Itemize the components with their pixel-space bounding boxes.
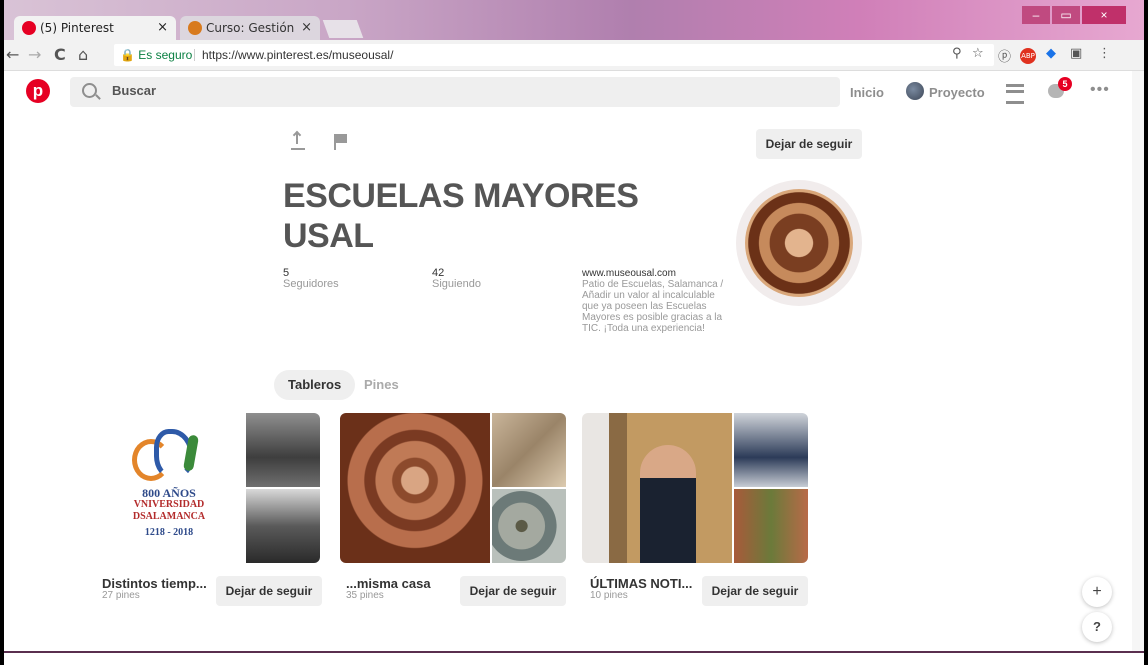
tab-label: (5) Pinterest (40, 21, 114, 35)
about-text: Patio de Escuelas, Salamanca / Añadir un… (582, 279, 724, 334)
board-thumb-image (734, 489, 808, 563)
tab-pines[interactable]: Pines (350, 370, 413, 400)
logo-years-text: 800 AÑOS (142, 486, 196, 500)
pinterest-extension-icon[interactable]: ⓟ (998, 46, 1011, 65)
bookmark-star-icon[interactable]: ☆ (972, 46, 984, 61)
board-name[interactable]: ...misma casa (346, 576, 431, 591)
browser-menu-icon[interactable]: ⋮ (1098, 46, 1111, 61)
extension-square-icon[interactable]: ▣ (1070, 46, 1082, 61)
notification-badge: 5 (1058, 77, 1072, 91)
moodle-favicon-icon (188, 21, 202, 35)
zoom-icon[interactable]: ⚲ (952, 46, 962, 61)
board-thumb-image (734, 413, 808, 487)
website-link[interactable]: www.museousal.com (582, 268, 732, 279)
back-icon[interactable]: ← (6, 45, 19, 64)
divider (4, 651, 1144, 653)
followers-stat[interactable]: 5 Seguidores (283, 268, 339, 290)
extension-icon[interactable]: ◆ (1046, 46, 1056, 61)
tab-curso[interactable]: Curso: Gestión del patrim × (180, 16, 320, 40)
scrollbar[interactable] (1132, 71, 1144, 651)
profile-avatar (736, 180, 862, 306)
flag-icon[interactable] (334, 134, 347, 150)
more-icon[interactable]: ••• (1090, 81, 1110, 99)
board-cover-image (340, 413, 490, 563)
unfollow-board-button[interactable]: Dejar de seguir (460, 576, 566, 606)
forward-icon[interactable]: → (28, 45, 41, 64)
maximize-button[interactable]: ▭ (1052, 6, 1080, 24)
board-cover-image (582, 413, 732, 563)
tab-tableros[interactable]: Tableros (274, 370, 356, 400)
search-input[interactable] (110, 82, 414, 99)
board-cover-image: 800 AÑOS VNIVERSIDAD DSALAMANCA 1218 - 2… (94, 413, 244, 563)
board-ultimas-noticias[interactable] (582, 413, 808, 563)
address-bar: ← → C ⌂ 🔒 Es seguro https://www.pinteres… (4, 40, 1144, 71)
profile-about: www.museousal.com Patio de Escuelas, Sal… (582, 268, 732, 334)
home-icon[interactable]: ⌂ (78, 45, 88, 64)
add-pin-button[interactable]: + (1082, 577, 1112, 607)
board-pin-count: 27 pines (102, 590, 140, 601)
board-name[interactable]: Distintos tiemp... (102, 576, 207, 591)
followers-label: Seguidores (283, 278, 339, 290)
board-thumb-image (492, 413, 566, 487)
board-pin-count: 10 pines (590, 590, 628, 601)
reload-icon[interactable]: C (54, 45, 66, 64)
title-line-1: ESCUELAS MAYORES (283, 177, 639, 215)
new-tab-button[interactable] (322, 20, 364, 38)
home-link[interactable]: Inicio (850, 85, 884, 100)
following-label: Siguiendo (432, 278, 481, 290)
logo-dates-text: 1218 - 2018 (144, 527, 194, 538)
pinterest-favicon-icon (22, 21, 36, 35)
board-thumb-image (246, 489, 320, 563)
board-thumb-image (246, 413, 320, 487)
search-icon (82, 83, 97, 98)
browser-window: (5) Pinterest × Curso: Gestión del patri… (4, 0, 1144, 665)
pinterest-header: p Inicio Proyecto 5 ••• (4, 71, 1144, 113)
tab-pinterest[interactable]: (5) Pinterest × (14, 16, 176, 40)
search-bar[interactable] (70, 77, 840, 107)
close-tab-icon[interactable]: × (301, 16, 312, 40)
avatar[interactable] (906, 82, 924, 100)
unfollow-board-button[interactable]: Dejar de seguir (702, 576, 808, 606)
divider (194, 49, 195, 61)
pinterest-logo-icon[interactable]: p (26, 79, 50, 103)
minimize-button[interactable]: – (1022, 6, 1050, 24)
board-distintos-tiempos[interactable]: 800 AÑOS VNIVERSIDAD DSALAMANCA 1218 - 2… (94, 413, 320, 563)
url-field[interactable]: 🔒 Es seguro https://www.pinterest.es/mus… (114, 44, 994, 66)
tab-label: Curso: Gestión del patrim (206, 21, 296, 35)
board-misma-casa[interactable] (340, 413, 566, 563)
unfollow-profile-button[interactable]: Dejar de seguir (756, 129, 862, 159)
logo-university-text: VNIVERSIDAD (133, 499, 205, 510)
help-button[interactable]: ? (1082, 612, 1112, 642)
url-text: https://www.pinterest.es/museousal/ (202, 48, 394, 62)
adblock-icon[interactable]: ABP (1020, 48, 1036, 64)
board-pin-count: 35 pines (346, 590, 384, 601)
profile-link[interactable]: Proyecto (929, 85, 985, 100)
university-seal-image (745, 189, 853, 297)
person-photo (640, 445, 696, 563)
board-thumb-image (492, 489, 566, 563)
menu-icon[interactable] (1006, 84, 1024, 104)
board-name[interactable]: ÚLTIMAS NOTI... (590, 576, 692, 591)
title-bar: (5) Pinterest × Curso: Gestión del patri… (4, 0, 1144, 40)
unfollow-board-button[interactable]: Dejar de seguir (216, 576, 322, 606)
close-window-button[interactable]: × (1082, 6, 1126, 24)
close-tab-icon[interactable]: × (157, 16, 168, 40)
logo-salamanca-text: DSALAMANCA (132, 511, 206, 522)
share-icon[interactable] (291, 132, 305, 150)
secure-label: 🔒 Es seguro (120, 48, 193, 62)
following-stat[interactable]: 42 Siguiendo (432, 268, 481, 290)
page-title: ESCUELAS MAYORES USAL (283, 176, 703, 256)
usal-logo-icon (132, 429, 212, 484)
title-line-2: USAL (283, 217, 374, 255)
